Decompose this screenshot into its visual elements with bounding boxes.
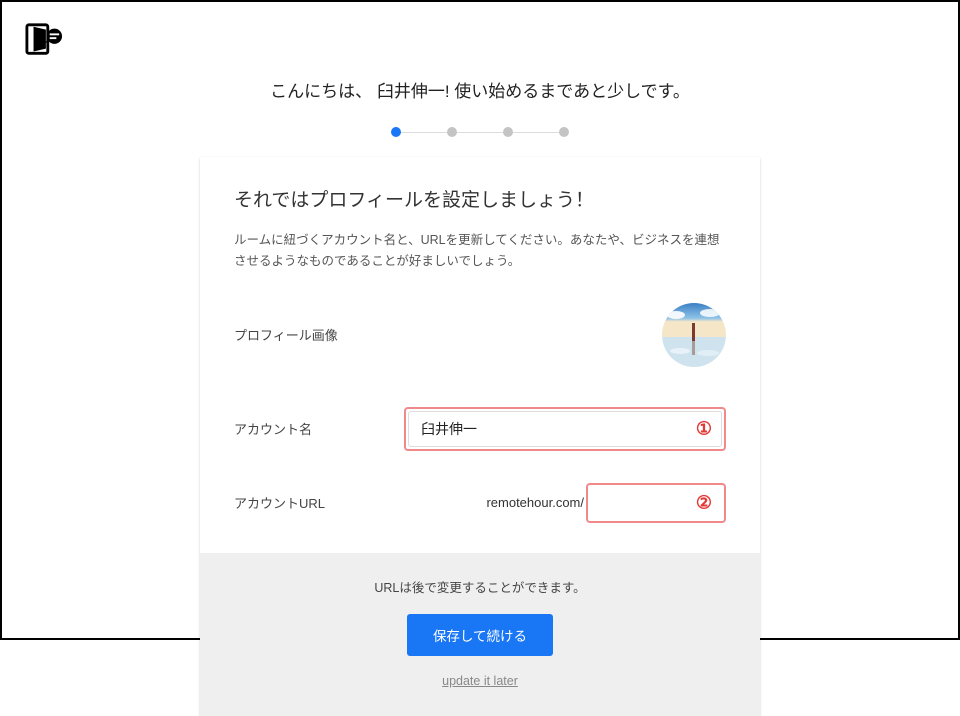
account-url-label: アカウントURL [234,493,404,512]
step-dot-1 [391,127,401,137]
footer-note: URLは後で変更することができます。 [234,577,726,596]
account-url-prefix: remotehour.com/ [486,495,584,510]
account-name-row: アカウント名 ① [234,407,726,451]
account-url-highlight: ② [586,483,726,523]
profile-setup-card: それではプロフィールを設定しましょう！ ルームに紐づくアカウント名と、URLを更… [200,157,760,716]
card-title: それではプロフィールを設定しましょう！ [234,185,726,212]
account-name-highlight: ① [404,407,726,451]
card-description: ルームに紐づくアカウント名と、URLを更新してください。あなたや、ビジネスを連想… [234,230,726,273]
account-url-row: アカウントURL remotehour.com/ ② [234,483,726,523]
save-continue-button[interactable]: 保存して続ける [407,614,553,656]
greeting-text: こんにちは、 臼井伸一! 使い始めるまであと少しです。 [2,77,958,102]
update-later-link[interactable]: update it later [442,674,518,688]
account-url-input[interactable] [590,487,722,519]
step-connector [513,132,559,133]
profile-avatar[interactable] [662,303,726,367]
account-name-input[interactable] [408,411,722,447]
card-footer: URLは後で変更することができます。 保存して続ける update it lat… [200,553,760,716]
step-dot-4 [559,127,569,137]
progress-stepper [2,127,958,137]
avatar-row: プロフィール画像 [234,303,726,367]
step-dot-3 [503,127,513,137]
account-name-label: アカウント名 [234,419,404,438]
step-dot-2 [447,127,457,137]
app-logo-icon [25,22,63,56]
step-connector [457,132,503,133]
step-connector [401,132,447,133]
avatar-label: プロフィール画像 [234,325,404,344]
